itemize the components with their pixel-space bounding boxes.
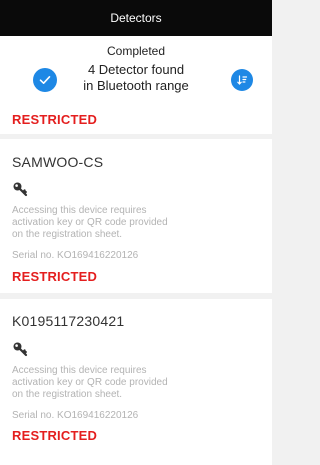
access-description: Accessing this device requires activatio… (12, 365, 242, 401)
access-description-line: activation key or QR code provided (12, 217, 168, 228)
detector-name: K0195117230421 (12, 313, 125, 329)
key-icon (12, 341, 28, 357)
access-description: Accessing this device requires activatio… (12, 205, 242, 241)
serial-number: Serial no. KO169416220126 (12, 410, 139, 421)
access-description-line: on the registration sheet. (12, 389, 123, 400)
check-icon (33, 68, 57, 92)
access-description-line: activation key or QR code provided (12, 377, 168, 388)
restricted-label: RESTRICTED (12, 112, 98, 127)
serial-number: Serial no. KO169416220126 (12, 250, 139, 261)
sort-icon (237, 75, 248, 85)
top-bar: Detectors (0, 0, 272, 36)
restricted-label: RESTRICTED (12, 428, 98, 443)
access-description-line: Accessing this device requires (12, 365, 147, 376)
detector-list[interactable]: RESTRICTED SAMWOO-CS Accessing this devi… (0, 108, 272, 465)
sort-button[interactable] (231, 69, 253, 91)
scan-status-panel: Completed 4 Detector found in Bluetooth … (0, 36, 272, 108)
detector-name: SAMWOO-CS (12, 154, 104, 170)
detector-card[interactable]: RESTRICTED (0, 108, 272, 134)
page-title: Detectors (110, 11, 162, 25)
detector-card[interactable]: K0195117230421 Accessing this device req… (0, 299, 272, 465)
key-icon (12, 181, 28, 197)
detector-card[interactable]: SAMWOO-CS Accessing this device requires… (0, 139, 272, 293)
access-description-line: on the registration sheet. (12, 229, 123, 240)
access-description-line: Accessing this device requires (12, 205, 147, 216)
restricted-label: RESTRICTED (12, 269, 98, 284)
scan-status-text: Completed (106, 44, 166, 58)
